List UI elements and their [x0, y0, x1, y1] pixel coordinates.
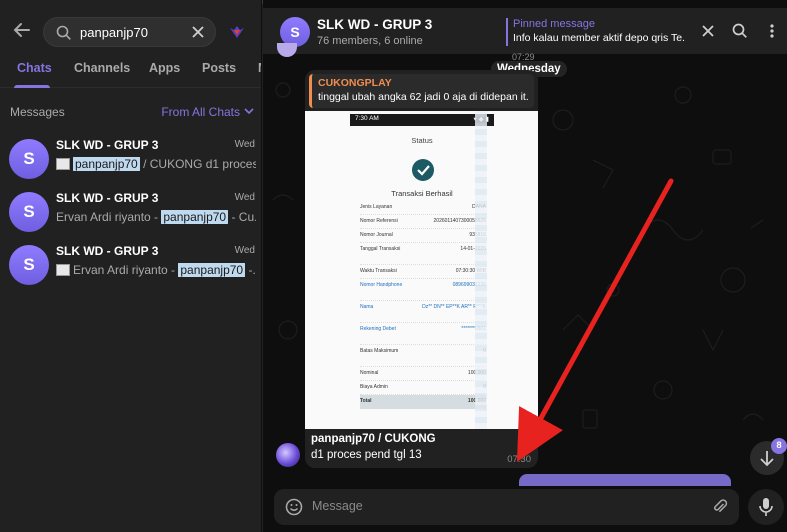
snippet-after: / CUKONG d1 proces... [143, 157, 256, 171]
chevron-down-icon[interactable] [244, 106, 254, 116]
left-panel: panpanjp70 Chats Channels Apps Posts M M… [0, 0, 262, 532]
extension-icon[interactable] [229, 25, 245, 39]
search-highlight: panpanjp70 [161, 210, 229, 224]
result-title: SLK WD - GRUP 3 [56, 138, 159, 152]
result-date: Wed [234, 192, 255, 203]
search-icon [56, 25, 71, 40]
image-thumbnail-icon [56, 158, 70, 170]
snippet-before: Ervan Ardi riyanto - [56, 210, 162, 224]
search-input[interactable]: panpanjp70 [43, 17, 216, 47]
avatar: S [9, 245, 49, 285]
tab-more[interactable]: M [258, 61, 261, 75]
result-title: SLK WD - GRUP 3 [56, 191, 159, 205]
snippet-after: - Cu... [231, 210, 256, 224]
result-title: SLK WD - GRUP 3 [56, 244, 159, 258]
search-bar: panpanjp70 [0, 8, 261, 56]
tab-chats[interactable]: Chats [17, 61, 52, 75]
tab-channels[interactable]: Channels [74, 61, 130, 75]
snippet-after: -... [248, 263, 256, 277]
search-highlight: panpanjp70 [73, 157, 140, 171]
snippet-before: Ervan Ardi riyanto - [73, 263, 179, 277]
search-highlight: panpanjp70 [178, 263, 246, 277]
messages-section-header: Messages From All Chats [0, 96, 261, 126]
result-date: Wed [234, 139, 255, 150]
image-thumbnail-icon [56, 264, 70, 276]
search-result-item[interactable]: S SLK WD - GRUP 3 Wed panpanjp70 / CUKON… [0, 133, 261, 185]
search-result-item[interactable]: S SLK WD - GRUP 3 Wed Ervan Ardi riyanto… [0, 239, 261, 291]
result-snippet: panpanjp70 / CUKONG d1 proces... [56, 157, 256, 171]
search-query: panpanjp70 [80, 25, 148, 40]
result-snippet: Ervan Ardi riyanto - panpanjp70 -... [56, 263, 256, 277]
result-snippet: Ervan Ardi riyanto - panpanjp70 - Cu... [56, 210, 256, 224]
search-result-item[interactable]: S SLK WD - GRUP 3 Wed Ervan Ardi riyanto… [0, 186, 261, 238]
tab-apps[interactable]: Apps [149, 61, 180, 75]
result-date: Wed [234, 245, 255, 256]
clear-icon[interactable] [191, 25, 205, 39]
from-all-chats-filter[interactable]: From All Chats [161, 105, 240, 119]
back-arrow-icon [13, 23, 30, 37]
tab-bar: Chats Channels Apps Posts M [0, 56, 261, 88]
chat-panel: S SLK WD - GRUP 3 76 members, 6 online P… [263, 0, 787, 532]
annotation-arrow [516, 178, 674, 462]
messages-label: Messages [10, 105, 65, 119]
back-button[interactable] [10, 18, 34, 42]
avatar: S [9, 192, 49, 232]
active-tab-indicator [14, 85, 50, 88]
avatar: S [9, 139, 49, 179]
tab-posts[interactable]: Posts [202, 61, 236, 75]
